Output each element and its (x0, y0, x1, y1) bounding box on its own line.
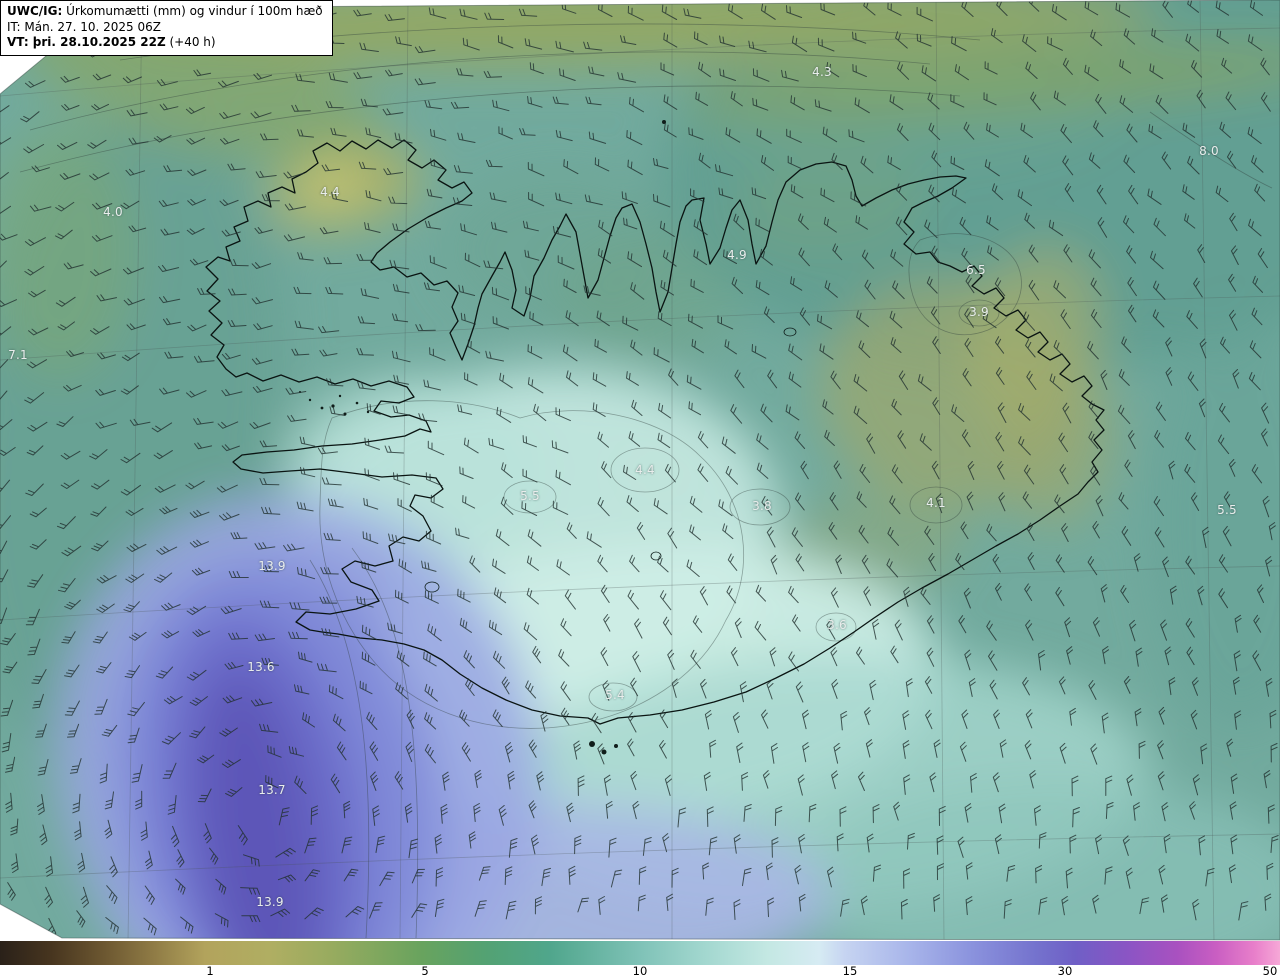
colorbar-tick-label: 30 (1057, 964, 1073, 978)
precipitation-wind-map (0, 0, 1280, 941)
colorbar-tick-label: 5 (421, 964, 429, 978)
lead-time: (+40 h) (165, 35, 216, 50)
colorbar-gradient (0, 941, 1280, 965)
colorbar-tick-label: 1 (206, 964, 214, 978)
colorbar-tick-label: 15 (842, 964, 858, 978)
map-title: Úrkomumætti (mm) og vindur í 100m hæð (62, 4, 323, 18)
init-time-line: IT: Mán. 27. 10. 2025 06Z (7, 19, 161, 34)
valid-time: VT: þri. 28.10.2025 22Z (7, 35, 166, 50)
weather-map-viewport: 4.3 4.0 4.4 8.0 4.9 6.5 3.9 7.1 4.4 5.5 3.8 4.1 5.5 1… (0, 0, 1280, 978)
colorbar-tick-label: 50 (1262, 964, 1278, 978)
valid-time-line: VT: þri. 28.10.2025 22Z (+40 h) (7, 35, 323, 51)
forecast-info-box: UWC/IG: Úrkomumætti (mm) og vindur í 100… (0, 0, 333, 56)
model-id: UWC/IG: (7, 4, 63, 18)
colorbar: 1 5 10 15 30 50 (0, 941, 1280, 978)
info-title-line: UWC/IG: Úrkomumætti (mm) og vindur í 100… (7, 4, 323, 20)
colorbar-tick-label: 10 (632, 964, 648, 978)
